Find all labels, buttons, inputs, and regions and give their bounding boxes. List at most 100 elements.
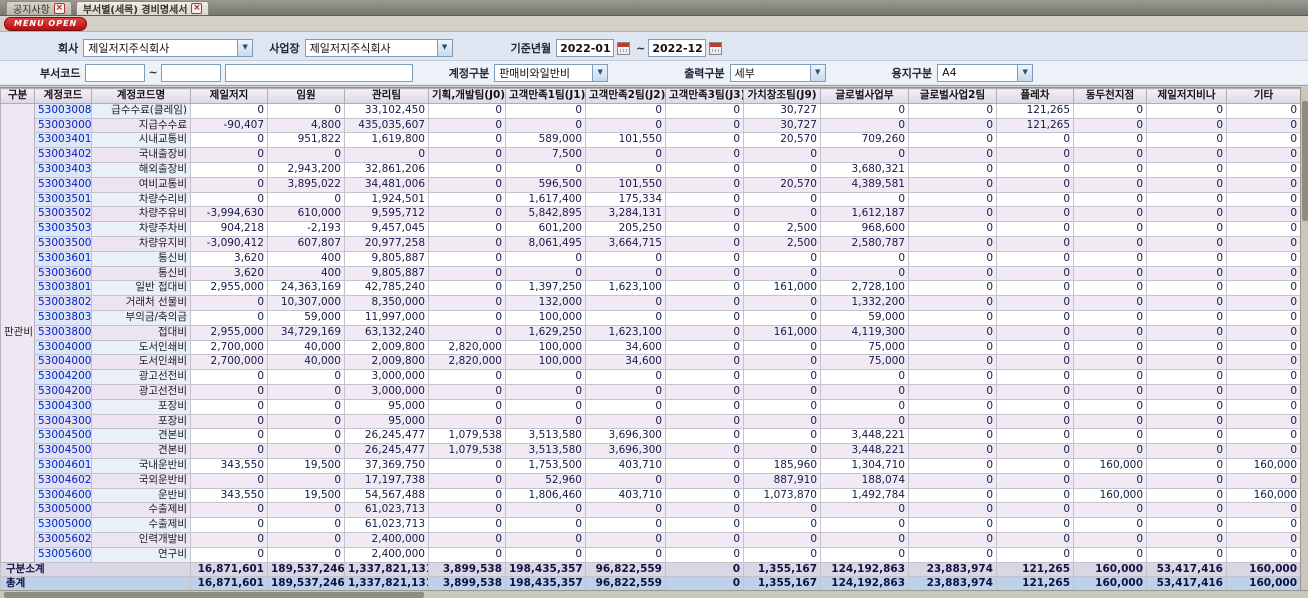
cell-value[interactable]: 904,218 xyxy=(190,221,268,237)
cell-value[interactable]: 0 xyxy=(1226,102,1300,119)
cell-total-value[interactable]: 53,417,416 xyxy=(1146,576,1227,590)
cell-account-code[interactable]: 53005000 xyxy=(34,502,92,519)
cell-value[interactable]: 3,448,221 xyxy=(820,443,909,459)
cell-value[interactable]: 160,000 xyxy=(1073,487,1147,504)
cell-account-code[interactable]: 53004200 xyxy=(34,369,92,385)
cell-value[interactable]: 0 xyxy=(820,147,909,163)
cell-account-code[interactable]: 53003502 xyxy=(34,206,92,223)
cell-value[interactable]: 435,035,607 xyxy=(344,117,429,134)
cell-account-name[interactable]: 차량유지비 xyxy=(91,235,191,252)
cell-value[interactable]: 0 xyxy=(428,265,506,282)
cell-account-name[interactable]: 인력개발비 xyxy=(91,531,191,548)
cell-value[interactable]: 0 xyxy=(1073,132,1147,149)
cell-value[interactable]: 0 xyxy=(267,413,345,430)
cell-value[interactable]: 1,806,460 xyxy=(505,487,586,504)
cell-value[interactable]: 0 xyxy=(267,191,345,208)
cell-value[interactable]: 160,000 xyxy=(1226,457,1300,474)
cell-value[interactable]: 0 xyxy=(428,250,506,267)
cell-value[interactable]: 0 xyxy=(1146,191,1227,208)
cell-value[interactable]: 95,000 xyxy=(344,398,429,415)
cell-value[interactable]: 0 xyxy=(1073,324,1147,341)
cell-value[interactable]: 0 xyxy=(996,265,1074,282)
cell-value[interactable]: 2,955,000 xyxy=(190,324,268,341)
table-row[interactable]: 53004600 운반비 343,550 19,500 54,567,488 0 1,806… xyxy=(1,487,1300,504)
cell-value[interactable]: 54,567,488 xyxy=(344,487,429,504)
cell-value[interactable]: 0 xyxy=(190,369,268,385)
cell-value[interactable]: 0 xyxy=(996,443,1074,459)
row-total[interactable]: 총계 16,871,601 189,537,246 1,337,821,131 3,89… xyxy=(0,576,1300,590)
cell-account-code[interactable]: 53004500 xyxy=(34,428,92,445)
cell-value[interactable]: 100,000 xyxy=(505,339,586,356)
cell-value[interactable]: 610,000 xyxy=(267,206,345,223)
cell-value[interactable]: 1,492,784 xyxy=(820,487,909,504)
table-row[interactable]: 53004300 포장비 0 0 95,000 0 0 0 0 0 0 0 0 0 0 0 xyxy=(1,413,1300,430)
cell-value[interactable]: 0 xyxy=(996,354,1074,371)
cell-value[interactable]: 0 xyxy=(428,206,506,223)
cell-value[interactable]: 1,924,501 xyxy=(344,191,429,208)
cell-value[interactable]: 0 xyxy=(1073,295,1147,311)
paper-type-select[interactable]: A4 ▼ xyxy=(937,63,1034,82)
cell-value[interactable]: 3,664,715 xyxy=(585,235,666,252)
cell-total-value[interactable]: 1,337,821,131 xyxy=(344,576,429,590)
cell-value[interactable]: 0 xyxy=(585,369,666,385)
cell-value[interactable]: 0 xyxy=(820,117,909,134)
horizontal-scrollbar[interactable] xyxy=(0,590,1308,598)
cell-value[interactable]: 2,580,787 xyxy=(820,235,909,252)
cell-value[interactable]: 101,550 xyxy=(585,132,666,149)
cell-total-value[interactable]: 23,883,974 xyxy=(908,576,997,590)
cell-value[interactable]: 0 xyxy=(996,191,1074,208)
cell-value[interactable]: 0 xyxy=(267,147,345,163)
cell-value[interactable]: 0 xyxy=(505,546,586,563)
cell-value[interactable]: 34,729,169 xyxy=(267,324,345,341)
cell-value[interactable]: 0 xyxy=(505,502,586,519)
cell-value[interactable]: 0 xyxy=(665,457,744,474)
cell-value[interactable]: 61,023,713 xyxy=(344,502,429,519)
cell-value[interactable]: 0 xyxy=(908,309,997,326)
cell-value[interactable]: 0 xyxy=(908,354,997,371)
cell-value[interactable]: 3,680,321 xyxy=(820,161,909,178)
close-icon[interactable]: × xyxy=(53,3,65,14)
cell-value[interactable]: 0 xyxy=(428,161,506,178)
cell-value[interactable]: 0 xyxy=(1226,280,1300,297)
cell-value[interactable]: 0 xyxy=(743,531,821,548)
cell-value[interactable]: 343,550 xyxy=(190,487,268,504)
cell-value[interactable]: 0 xyxy=(996,280,1074,297)
cell-value[interactable]: 0 xyxy=(908,295,997,311)
cell-value[interactable]: 0 xyxy=(190,102,268,119)
table-row[interactable]: 53004500 견본비 0 0 26,245,477 1,079,538 3,513,58… xyxy=(1,443,1300,459)
cell-value[interactable]: 20,977,258 xyxy=(344,235,429,252)
cell-value[interactable]: 160,000 xyxy=(1073,457,1147,474)
cell-value[interactable]: 19,500 xyxy=(267,487,345,504)
cell-value[interactable]: 1,073,870 xyxy=(743,487,821,504)
cell-value[interactable]: 188,074 xyxy=(820,472,909,489)
cell-value[interactable]: 59,000 xyxy=(820,309,909,326)
cell-value[interactable]: 0 xyxy=(1073,102,1147,119)
cell-value[interactable]: 0 xyxy=(908,206,997,223)
table-row[interactable]: 53003800 접대비 2,955,000 34,729,169 63,132,240… xyxy=(1,324,1300,341)
cell-value[interactable]: 0 xyxy=(190,191,268,208)
cell-value[interactable]: 0 xyxy=(190,472,268,489)
cell-value[interactable]: 0 xyxy=(505,531,586,548)
cell-value[interactable]: 0 xyxy=(1073,309,1147,326)
cell-value[interactable]: 1,079,538 xyxy=(428,428,506,445)
cell-value[interactable]: 0 xyxy=(665,487,744,504)
cell-value[interactable]: 0 xyxy=(505,265,586,282)
cell-account-name[interactable]: 연구비 xyxy=(91,546,191,563)
cell-value[interactable]: 20,570 xyxy=(743,132,821,149)
cell-account-code[interactable]: 53003401 xyxy=(34,132,92,149)
cell-value[interactable]: 95,000 xyxy=(344,413,429,430)
menu-open-button[interactable]: MENU OPEN xyxy=(4,16,88,31)
cell-subtotal-value[interactable]: 160,000 xyxy=(1073,561,1147,578)
calendar-icon[interactable] xyxy=(709,41,723,55)
cell-value[interactable]: 0 xyxy=(267,472,345,489)
cell-value[interactable]: 10,307,000 xyxy=(267,295,345,311)
cell-value[interactable]: 0 xyxy=(1146,457,1227,474)
cell-value[interactable]: 607,807 xyxy=(267,235,345,252)
cell-value[interactable]: 0 xyxy=(820,517,909,533)
cell-account-code[interactable]: 53004000 xyxy=(34,339,92,356)
cell-value[interactable]: 0 xyxy=(190,398,268,415)
cell-value[interactable]: 0 xyxy=(820,502,909,519)
cell-value[interactable]: 0 xyxy=(665,206,744,223)
cell-value[interactable]: 0 xyxy=(1226,132,1300,149)
cell-value[interactable]: 0 xyxy=(1226,235,1300,252)
